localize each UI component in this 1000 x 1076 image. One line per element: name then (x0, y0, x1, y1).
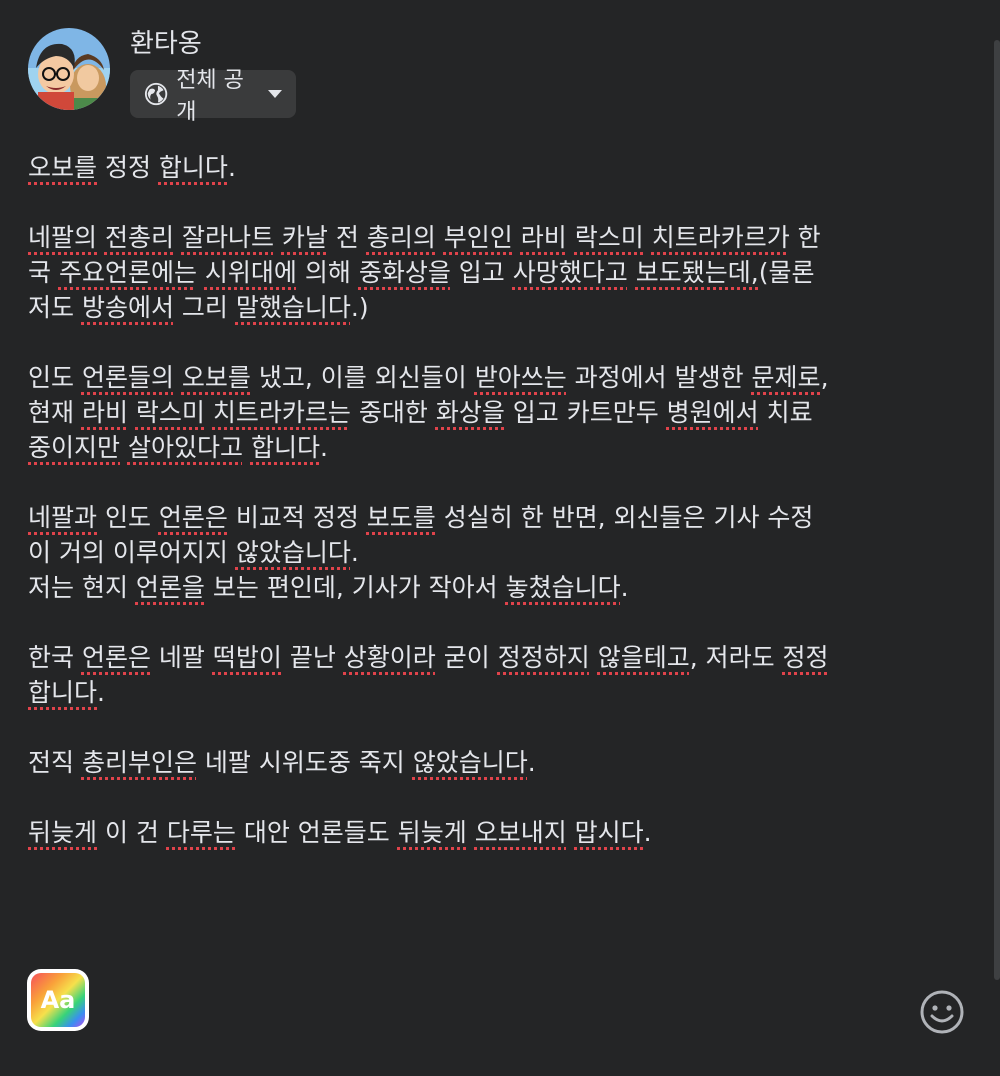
post-line: 합니다. (28, 678, 105, 707)
post-blank-line (28, 710, 928, 745)
scrollbar-thumb[interactable] (994, 40, 1000, 980)
post-line: 저도 방송에서 그리 말했습니다.) (28, 293, 369, 322)
scrollbar-track[interactable] (992, 0, 1000, 1076)
post-line: 네팔과 인도 언론은 비교적 정정 보도를 성실히 한 반면, 외신들은 기사 … (28, 503, 814, 532)
privacy-selector[interactable]: 전체 공개 (130, 68, 296, 125)
post-blank-line (28, 605, 928, 640)
post-meta: 환타옹 전체 공개 (130, 28, 296, 125)
post-line: 오보를 정정 합니다. (28, 153, 236, 182)
post-line: 인도 언론들의 오보를 냈고, 이를 외신들이 받아쓰는 과정에서 발생한 문제… (28, 363, 829, 392)
text-style-label: Aa (40, 986, 76, 1014)
post-blank-line (28, 185, 928, 220)
post-line: 저는 현지 언론을 보는 편인데, 기사가 작아서 놓쳤습니다. (28, 573, 629, 602)
post-blank-line (28, 325, 928, 360)
text-background-button[interactable]: Aa (27, 969, 89, 1031)
author-name[interactable]: 환타옹 (130, 28, 296, 60)
post-line: 뒤늦게 이 건 다루는 대안 언론들도 뒤늦게 오보내지 맙시다. (28, 818, 652, 847)
post-line: 중이지만 살아있다고 합니다. (28, 433, 328, 462)
post-line: 국 주요언론에는 시위대에 의해 중화상을 입고 사망했다고 보도됐는데,(물론 (28, 258, 815, 287)
globe-icon (144, 82, 168, 106)
post-line: 이 거의 이루어지지 않았습니다. (28, 538, 359, 567)
post-line: 한국 언론은 네팔 떡밥이 끝난 상황이라 굳이 정정하지 않을테고, 저라도 … (28, 643, 829, 672)
avatar-cartoon-icon (28, 28, 110, 110)
privacy-label: 전체 공개 (176, 68, 244, 125)
avatar (28, 28, 110, 110)
emoji-icon[interactable] (918, 988, 966, 1036)
post-line: 전직 총리부인은 네팔 시위도중 죽지 않았습니다. (28, 748, 536, 777)
chevron-down-icon (268, 90, 282, 98)
text-background-icon: Aa (31, 973, 85, 1027)
post-blank-line (28, 465, 928, 500)
post-line: 현재 라비 락스미 치트라카르는 중대한 화상을 입고 카트만두 병원에서 치료 (28, 398, 813, 427)
post-composer-text[interactable]: 오보를 정정 합니다. 네팔의 전총리 잘라나트 카날 전 총리의 부인인 라비… (28, 150, 928, 850)
post-blank-line (28, 780, 928, 815)
post-header: 환타옹 전체 공개 (28, 28, 296, 125)
post-line: 네팔의 전총리 잘라나트 카날 전 총리의 부인인 라비 락스미 치트라카르가 … (28, 223, 821, 252)
